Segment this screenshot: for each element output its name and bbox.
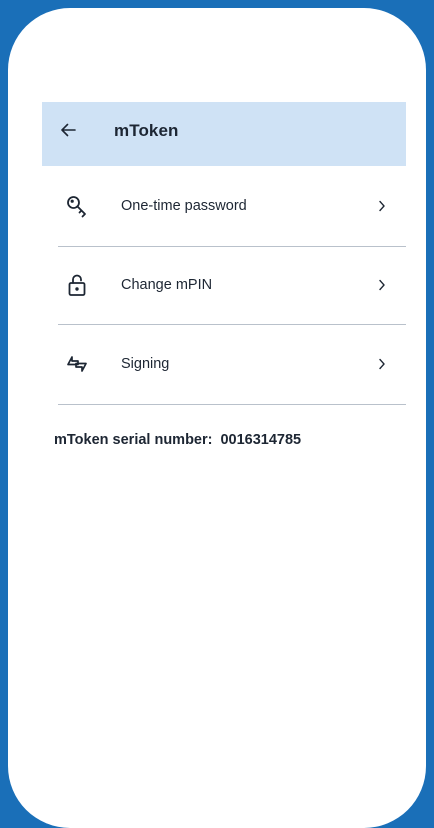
chevron-right-icon	[379, 358, 385, 370]
unlock-icon	[68, 274, 86, 296]
chevron-right-icon	[379, 200, 385, 212]
change-mpin-item[interactable]: Change mPIN	[58, 253, 406, 331]
serial-number: mToken serial number: 0016314785	[54, 432, 301, 448]
signing-arrows-icon	[67, 356, 87, 372]
serial-number-label: mToken serial number:	[54, 432, 213, 448]
one-time-password-item[interactable]: One-time password	[58, 174, 406, 252]
menu-item-label: One-time password	[121, 198, 247, 214]
signing-item[interactable]: Signing	[58, 332, 406, 410]
menu-item-label: Change mPIN	[121, 277, 213, 293]
chevron-right-icon	[379, 279, 385, 291]
key-icon	[67, 196, 86, 218]
app-bar: mToken	[42, 102, 406, 166]
page-title: mToken	[114, 121, 179, 140]
arrow-left-icon[interactable]	[60, 122, 76, 138]
divider	[58, 324, 406, 325]
menu-item-label: Signing	[121, 356, 170, 372]
divider	[58, 404, 406, 405]
serial-number-value: 0016314785	[220, 432, 302, 448]
phone-screen: mToken One-time password Change mPIN Sig…	[8, 8, 426, 828]
divider	[58, 246, 406, 247]
